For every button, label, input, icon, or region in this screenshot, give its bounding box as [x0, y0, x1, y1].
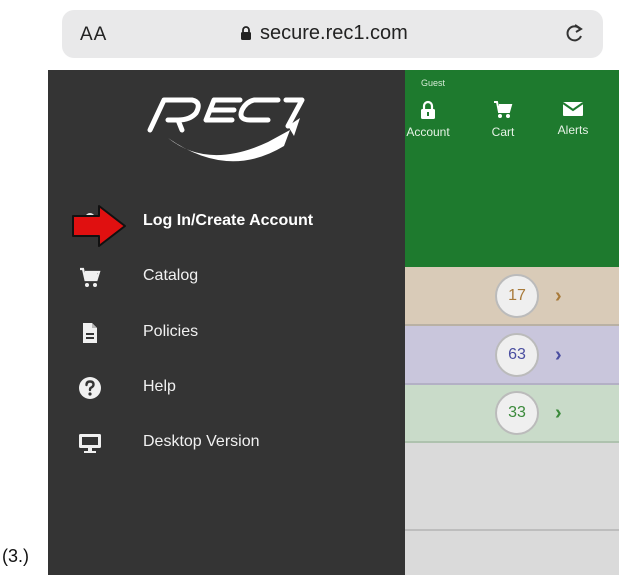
guest-label: Guest — [421, 78, 446, 88]
browser-chrome: AA secure.rec1.com — [48, 0, 619, 70]
list-item[interactable]: 17 › — [405, 267, 619, 325]
divider — [405, 529, 619, 531]
lock-icon — [241, 26, 251, 40]
list-item[interactable] — [405, 442, 619, 575]
rec1-logo — [147, 97, 305, 162]
text-size-button[interactable]: AA — [80, 24, 107, 46]
count-badge: 17 — [495, 274, 539, 318]
menu-label: Policies — [143, 323, 199, 340]
document-icon — [83, 323, 97, 343]
address-bar[interactable]: AA secure.rec1.com — [62, 10, 603, 58]
divider — [405, 441, 619, 443]
chevron-right-icon: › — [555, 402, 562, 424]
question-icon — [79, 377, 101, 399]
red-arrow-icon — [72, 205, 126, 247]
count-badge: 33 — [495, 391, 539, 435]
alerts-label: Alerts — [557, 123, 589, 137]
list-item[interactable]: 63 › — [405, 325, 619, 384]
count-badge: 63 — [495, 333, 539, 377]
menu-item-policies[interactable]: Policies — [78, 313, 398, 353]
monitor-icon — [79, 434, 101, 453]
nav-drawer: Log In/Create Account Catalog Policies H… — [48, 70, 405, 575]
web-page: Guest Account Cart Alerts 17 › 63 › 33 ›… — [48, 70, 619, 575]
menu-label: Log In/Create Account — [143, 212, 314, 229]
envelope-icon — [562, 102, 584, 116]
cart-icon — [80, 267, 101, 287]
account-label: Account — [406, 125, 450, 139]
cart-label: Cart — [491, 125, 515, 139]
list-item[interactable]: 33 › — [405, 384, 619, 442]
alerts-button[interactable]: Alerts — [543, 100, 603, 137]
divider — [405, 383, 619, 385]
cart-icon — [494, 101, 513, 118]
cart-button[interactable]: Cart — [473, 100, 533, 139]
divider — [405, 324, 619, 326]
account-button[interactable]: Account — [398, 100, 458, 139]
menu-label: Help — [143, 378, 176, 395]
menu-item-catalog[interactable]: Catalog — [78, 257, 398, 297]
menu-label: Catalog — [143, 267, 199, 284]
menu-item-help[interactable]: Help — [78, 368, 398, 408]
chevron-right-icon: › — [555, 344, 562, 366]
reload-icon[interactable] — [563, 22, 585, 46]
chevron-right-icon: › — [555, 285, 562, 307]
url-text: secure.rec1.com — [260, 22, 408, 44]
figure-caption: (3.) — [2, 546, 29, 566]
menu-item-desktop-version[interactable]: Desktop Version — [78, 423, 398, 463]
lock-icon — [421, 100, 435, 119]
menu-label: Desktop Version — [143, 433, 260, 450]
